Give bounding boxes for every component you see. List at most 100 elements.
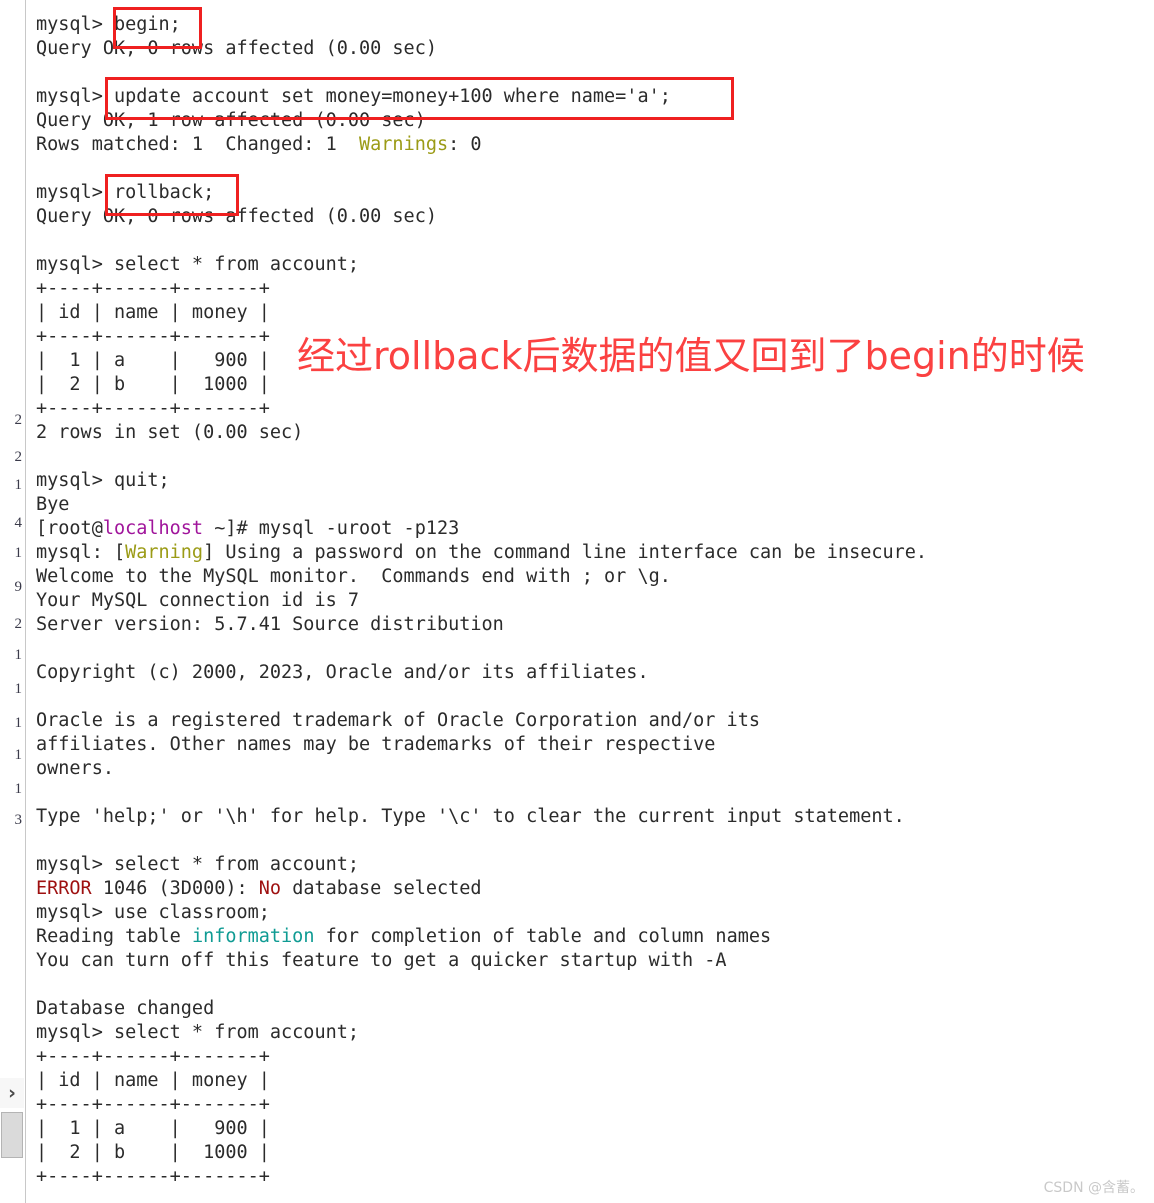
terminal-token-warn: Warning	[125, 542, 204, 563]
terminal-text: ~]# mysql -uroot -p123	[203, 518, 460, 539]
terminal-line: Type 'help;' or '\h' for help. Type '\c'…	[36, 805, 1146, 829]
annotation-text: 经过rollback后数据的值又回到了begin的时候	[297, 334, 1085, 378]
terminal-line: Reading table information for completion…	[36, 925, 1146, 949]
terminal-token-info: information	[191, 926, 315, 947]
gutter-number: 2	[14, 449, 23, 465]
terminal-text: mysql> select * from account;	[36, 254, 360, 275]
terminal-text: mysql: [	[36, 542, 126, 563]
terminal-text: | 2 | b | 1000 |	[36, 1142, 270, 1163]
terminal-text: Oracle is a registered trademark of Orac…	[36, 710, 760, 731]
terminal-text: +----+------+-------+	[36, 398, 270, 419]
expand-chevron-icon[interactable]: ›	[0, 1078, 24, 1108]
terminal-text: mysql> quit;	[36, 470, 170, 491]
terminal-text: Database changed	[36, 998, 215, 1019]
terminal-line: Copyright (c) 2000, 2023, Oracle and/or …	[36, 661, 1146, 685]
terminal-text: +----+------+-------+	[36, 1046, 270, 1067]
terminal-text: Type 'help;' or '\h' for help. Type '\c'…	[36, 806, 905, 827]
terminal-line: +----+------+-------+	[36, 397, 1146, 421]
terminal-token-err: No	[258, 878, 282, 899]
terminal-text: 1046 (3D000):	[91, 878, 259, 899]
gutter-number: 9	[14, 579, 23, 595]
terminal-text: | id | name | money |	[36, 302, 270, 323]
terminal-line: Your MySQL connection id is 7	[36, 589, 1146, 613]
gutter-number: 1	[14, 545, 23, 561]
terminal-text: You can turn off this feature to get a q…	[36, 950, 727, 971]
gutter-number: 1	[14, 781, 23, 797]
terminal-text: owners.	[36, 758, 114, 779]
terminal-line: | 2 | b | 1000 |	[36, 1141, 1146, 1165]
terminal-text: Query OK, 0 rows affected (0.00 sec)	[36, 38, 437, 59]
terminal-line: owners.	[36, 757, 1146, 781]
terminal-line: | 1 | a | 900 |	[36, 1117, 1146, 1141]
terminal-line: Query OK, 0 rows affected (0.00 sec)	[36, 37, 1146, 61]
terminal-text: | 2 | b | 1000 |	[36, 374, 270, 395]
terminal-line: +----+------+-------+	[36, 1093, 1146, 1117]
gutter-number: 1	[14, 647, 23, 663]
terminal-line: 2 rows in set (0.00 sec)	[36, 421, 1146, 445]
terminal-token-err: ERROR	[36, 878, 92, 899]
terminal-text: Reading table	[36, 926, 192, 947]
terminal-line: +----+------+-------+	[36, 1045, 1146, 1069]
terminal-text: [root@	[36, 518, 103, 539]
terminal-line: Welcome to the MySQL monitor. Commands e…	[36, 565, 1146, 589]
terminal-line: +----+------+-------+	[36, 1165, 1146, 1189]
terminal-text: mysql> use classroom;	[36, 902, 270, 923]
scrollbar-thumb[interactable]	[1, 1112, 23, 1158]
gutter-number: 4	[14, 515, 23, 531]
terminal-text: 2 rows in set (0.00 sec)	[36, 422, 304, 443]
terminal-text: affiliates. Other names may be trademark…	[36, 734, 716, 755]
terminal-line: ERROR 1046 (3D000): No database selected	[36, 877, 1146, 901]
terminal-text: Copyright (c) 2000, 2023, Oracle and/or …	[36, 662, 649, 683]
terminal-text: Server version: 5.7.41 Source distributi…	[36, 614, 504, 635]
terminal-text: mysql> select * from account;	[36, 1022, 360, 1043]
terminal-text: ] Using a password on the command line i…	[203, 542, 928, 563]
terminal-line: Bye	[36, 493, 1146, 517]
terminal-text: +----+------+-------+	[36, 326, 270, 347]
highlight-box-begin	[113, 7, 202, 49]
terminal-line: mysql> quit;	[36, 469, 1146, 493]
left-gutter: 2 2 1 4 1 9 2 1 1 1 1 1 3 ›	[0, 0, 26, 1203]
gutter-number: 1	[14, 477, 23, 493]
terminal-line: mysql> select * from account;	[36, 853, 1146, 877]
terminal-text: | 1 | a | 900 |	[36, 350, 270, 371]
terminal-text: | id | name | money |	[36, 1070, 270, 1091]
terminal-line: [root@localhost ~]# mysql -uroot -p123	[36, 517, 1146, 541]
terminal-line: affiliates. Other names may be trademark…	[36, 733, 1146, 757]
terminal-text: +----+------+-------+	[36, 1094, 270, 1115]
highlight-box-rollback	[105, 174, 239, 216]
terminal-line: Oracle is a registered trademark of Orac…	[36, 709, 1146, 733]
highlight-box-update	[105, 77, 734, 120]
terminal-token-host: localhost	[102, 518, 204, 539]
terminal-line: Rows matched: 1 Changed: 1 Warnings: 0	[36, 133, 1146, 157]
gutter-number: 1	[14, 681, 23, 697]
terminal-text: | 1 | a | 900 |	[36, 1118, 270, 1139]
terminal-text: mysql> select * from account;	[36, 854, 360, 875]
terminal-text: Bye	[36, 494, 70, 515]
terminal-text: +----+------+-------+	[36, 1166, 270, 1187]
terminal-line: mysql> begin;	[36, 13, 1146, 37]
terminal-text: Rows matched: 1 Changed: 1	[36, 134, 360, 155]
gutter-number: 1	[14, 747, 23, 763]
terminal-line: mysql> use classroom;	[36, 901, 1146, 925]
terminal-text: Welcome to the MySQL monitor. Commands e…	[36, 566, 671, 587]
terminal-text: for completion of table and column names	[314, 926, 772, 947]
terminal-line: Database changed	[36, 997, 1146, 1021]
terminal-line: +----+------+-------+	[36, 277, 1146, 301]
gutter-number: 3	[14, 812, 23, 828]
csdn-watermark: CSDN @含蓄。	[1043, 1180, 1144, 1196]
terminal-line: mysql> select * from account;	[36, 253, 1146, 277]
terminal-text: database selected	[281, 878, 482, 899]
terminal-line: | id | name | money |	[36, 1069, 1146, 1093]
terminal-line: Server version: 5.7.41 Source distributi…	[36, 613, 1146, 637]
terminal-line: mysql> select * from account;	[36, 1021, 1146, 1045]
terminal-token-warn: Warnings	[359, 134, 449, 155]
terminal-text: : 0	[448, 134, 482, 155]
gutter-number: 1	[14, 715, 23, 731]
